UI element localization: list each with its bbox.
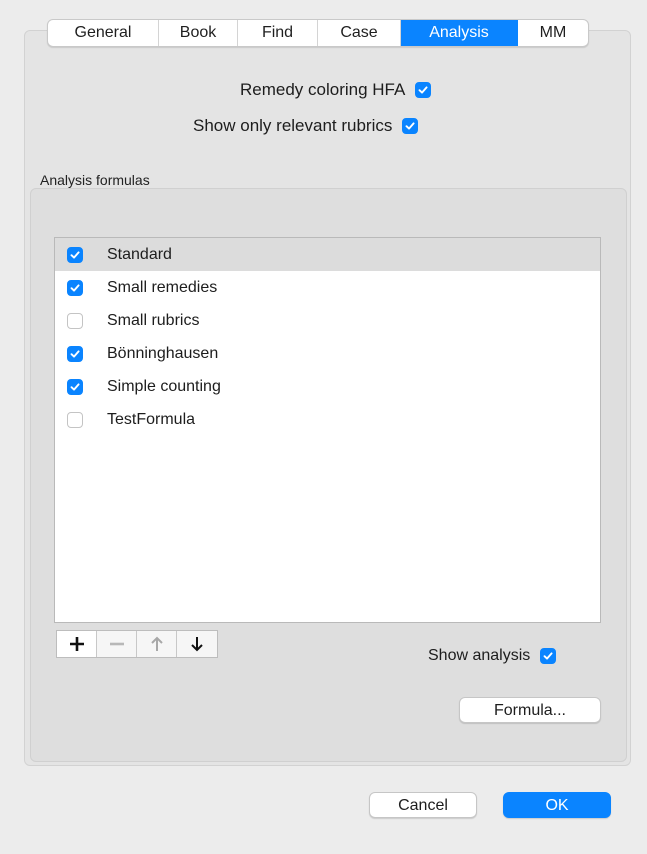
tab-book[interactable]: Book — [159, 20, 238, 46]
show-relevant-label: Show only relevant rubrics — [193, 116, 393, 135]
formula-checkbox[interactable] — [67, 411, 83, 428]
analysis-formulas-label: Analysis formulas — [40, 172, 150, 188]
checkmark-icon — [70, 283, 80, 292]
formula-label: Small remedies — [107, 278, 218, 296]
list-item[interactable]: Bönninghausen — [55, 337, 600, 370]
formula-checkbox[interactable] — [67, 378, 83, 395]
formula-checkbox[interactable] — [67, 279, 83, 296]
list-toolbar — [56, 630, 218, 658]
list-item[interactable]: Small rubrics — [55, 304, 600, 337]
checkmark-icon — [418, 86, 428, 94]
tab-bar: General Book Find Case Analysis MM — [47, 19, 589, 47]
remove-formula-button[interactable] — [97, 631, 137, 657]
checkmark-icon — [70, 250, 80, 259]
formula-label: Small rubrics — [107, 311, 200, 329]
formula-label: TestFormula — [107, 410, 196, 428]
tab-mm[interactable]: MM — [518, 20, 588, 46]
checkmark-icon — [405, 122, 415, 130]
list-item[interactable]: Small remedies — [55, 271, 600, 304]
tab-case[interactable]: Case — [318, 20, 401, 46]
list-item[interactable]: Standard — [55, 238, 600, 271]
ok-button[interactable]: OK — [503, 792, 611, 818]
formula-list[interactable]: Standard Small remedies Small rubrics Bö… — [54, 237, 601, 623]
show-analysis-option: Show analysis — [428, 647, 557, 665]
formula-checkbox[interactable] — [67, 312, 83, 329]
remedy-coloring-label: Remedy coloring HFA — [240, 80, 406, 99]
formula-label: Bönninghausen — [107, 344, 219, 362]
minus-icon — [109, 642, 124, 646]
tab-analysis[interactable]: Analysis — [401, 20, 518, 46]
show-analysis-checkbox[interactable] — [540, 648, 557, 664]
formula-label: Simple counting — [107, 377, 221, 395]
move-up-button[interactable] — [137, 631, 177, 657]
show-analysis-label: Show analysis — [428, 647, 531, 664]
show-relevant-checkbox[interactable] — [402, 118, 419, 134]
remedy-coloring-checkbox[interactable] — [415, 82, 432, 98]
list-item[interactable]: TestFormula — [55, 403, 600, 436]
move-down-button[interactable] — [177, 631, 217, 657]
remedy-coloring-option: Remedy coloring HFA — [240, 80, 432, 100]
checkmark-icon — [70, 382, 80, 391]
tab-find[interactable]: Find — [238, 20, 318, 46]
formula-checkbox[interactable] — [67, 246, 83, 263]
formula-label: Standard — [107, 245, 172, 263]
show-relevant-option: Show only relevant rubrics — [193, 116, 419, 136]
checkmark-icon — [70, 349, 80, 358]
cancel-button[interactable]: Cancel — [369, 792, 477, 818]
plus-icon — [69, 637, 84, 651]
arrow-up-icon — [150, 636, 163, 651]
tab-general[interactable]: General — [48, 20, 159, 46]
arrow-down-icon — [191, 637, 203, 652]
formula-button[interactable]: Formula... — [459, 697, 601, 723]
formula-checkbox[interactable] — [67, 345, 83, 362]
add-formula-button[interactable] — [57, 631, 97, 657]
checkmark-icon — [543, 652, 553, 660]
list-item[interactable]: Simple counting — [55, 370, 600, 403]
